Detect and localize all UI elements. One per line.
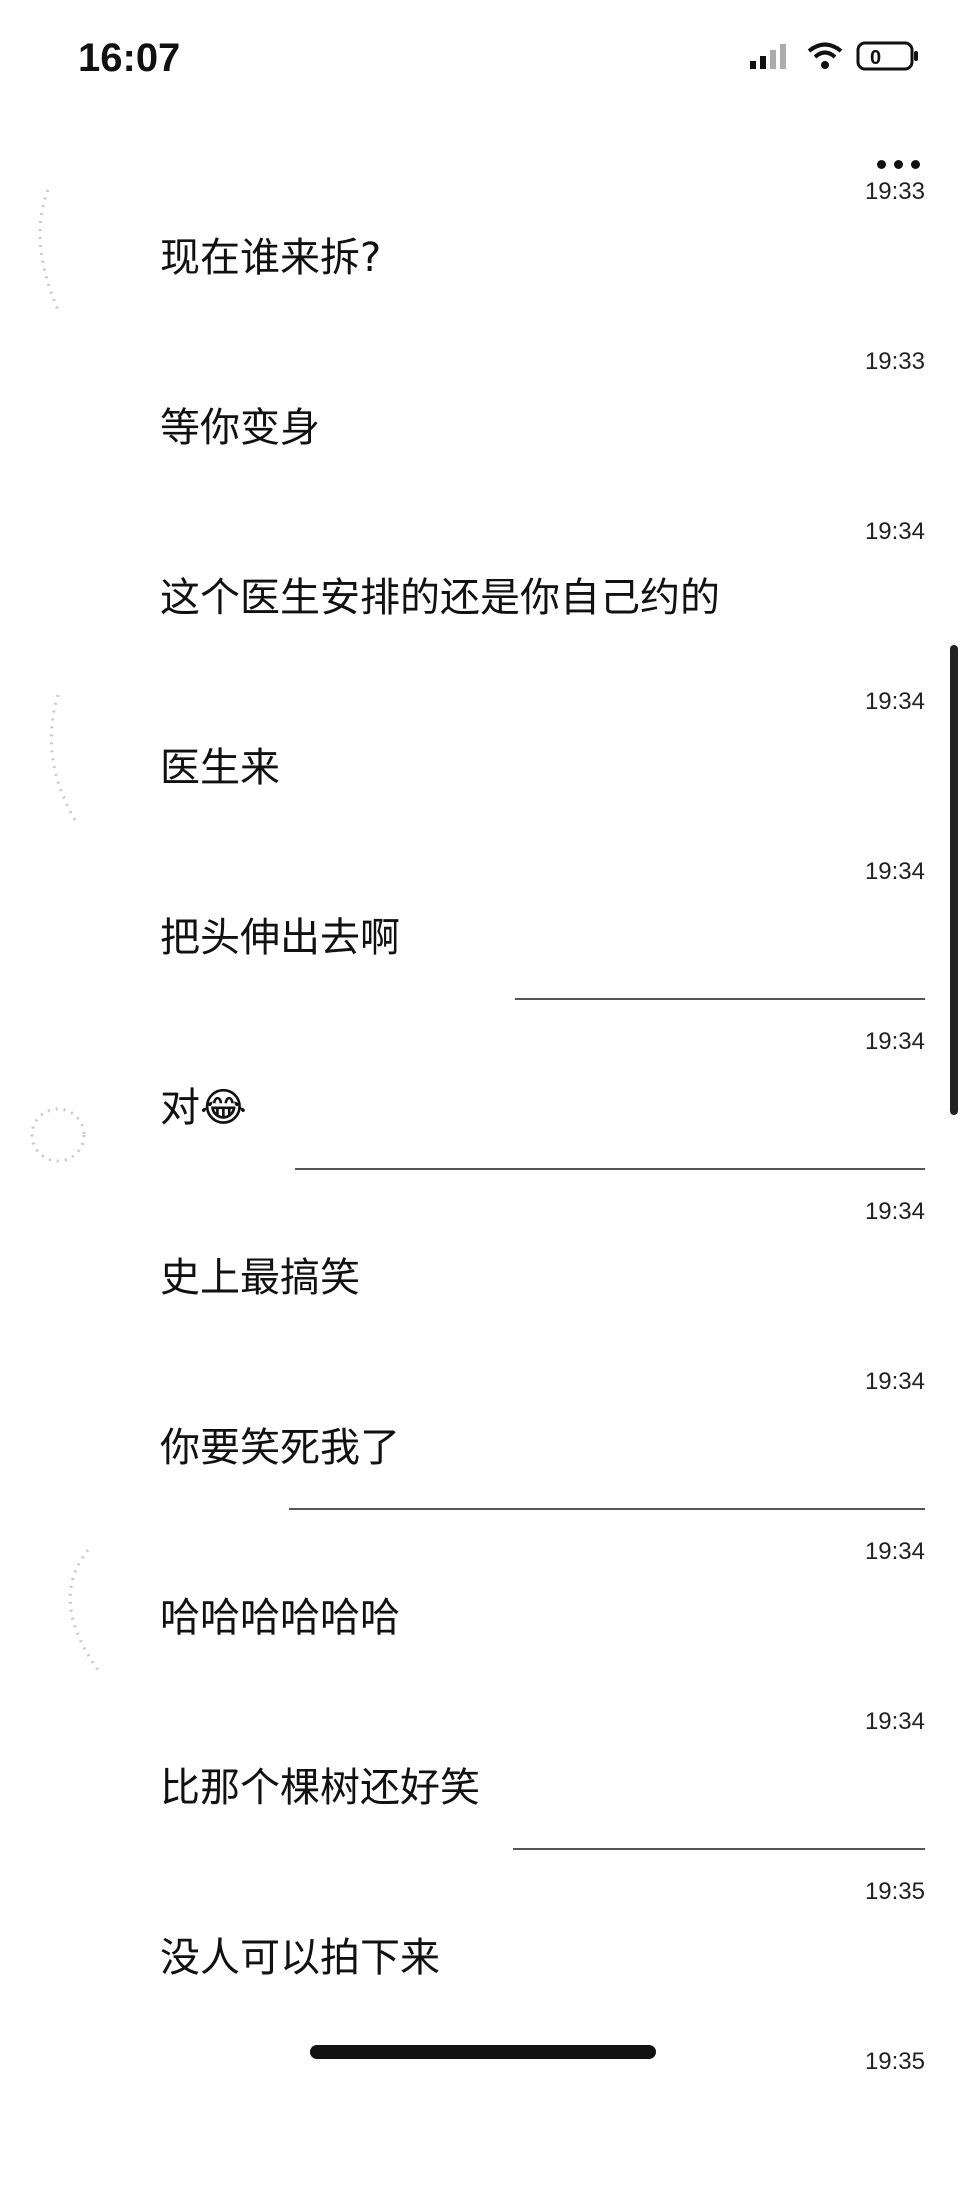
message-row: 19:35 没人可以拍下来 xyxy=(0,1850,960,2020)
message-text: 哈哈哈哈哈哈 xyxy=(160,1595,400,1641)
message-row: 19:33 等你变身 xyxy=(0,320,960,490)
message-text: 等你变身 xyxy=(160,405,320,451)
message-text: 把头伸出去啊 xyxy=(160,915,400,961)
message-time: 19:34 xyxy=(864,858,925,885)
message-time: 19:34 xyxy=(864,688,925,715)
message-text: 史上最搞笑 xyxy=(160,1255,360,1301)
message-time: 19:34 xyxy=(864,518,925,545)
message-row: 19:33 现在谁来拆? xyxy=(0,150,960,320)
message-list[interactable]: 19:33 现在谁来拆? 19:33 等你变身 19:34 这个医生安排的还是你… xyxy=(0,150,960,2190)
message-time: 19:34 xyxy=(864,1708,925,1735)
message-text: 比那个棵树还好笑 xyxy=(160,1765,480,1811)
message-time: 19:34 xyxy=(864,1538,925,1565)
message-row: 19:34 把头伸出去啊 xyxy=(0,830,960,1000)
message-time: 19:33 xyxy=(864,178,925,205)
message-row: 19:34 这个医生安排的还是你自己约的 xyxy=(0,490,960,660)
signal-icon xyxy=(750,44,786,69)
message-time: 19:34 xyxy=(864,1198,925,1225)
status-icons: 0 xyxy=(748,40,920,72)
avatar xyxy=(68,1549,100,1671)
scrollbar[interactable] xyxy=(950,645,958,1115)
avatar xyxy=(38,189,60,311)
message-row: 19:34 医生来 xyxy=(0,660,960,830)
message-time: 19:34 xyxy=(864,1028,925,1055)
status-time: 16:07 xyxy=(78,36,181,80)
message-text: 没人可以拍下来 xyxy=(160,1935,440,1981)
message-text: 医生来 xyxy=(160,745,280,791)
message-text: 这个医生安排的还是你自己约的 xyxy=(160,575,720,621)
home-indicator[interactable] xyxy=(310,2045,656,2059)
message-time: 19:33 xyxy=(864,348,925,375)
message-row: 19:34 你要笑死我了 xyxy=(0,1340,960,1510)
message-time: 19:35 xyxy=(864,2048,925,2075)
message-row: 19:34 对😂 xyxy=(0,1000,960,1170)
battery-icon: 0 xyxy=(856,41,918,71)
message-row: 19:34 比那个棵树还好笑 xyxy=(0,1680,960,1850)
status-bar: 16:07 0 xyxy=(0,0,960,120)
message-time: 19:34 xyxy=(864,1368,925,1395)
message-row: 19:34 哈哈哈哈哈哈 xyxy=(0,1510,960,1680)
wifi-icon xyxy=(807,42,843,69)
avatar xyxy=(49,694,80,826)
battery-level: 0 xyxy=(870,47,881,69)
message-time: 19:35 xyxy=(864,1878,925,1905)
message-row: 19:34 史上最搞笑 xyxy=(0,1170,960,1340)
message-text: 你要笑死我了 xyxy=(160,1425,400,1471)
message-text: 对😂 xyxy=(160,1085,247,1131)
avatar xyxy=(30,1107,86,1163)
message-text: 现在谁来拆? xyxy=(160,235,382,281)
